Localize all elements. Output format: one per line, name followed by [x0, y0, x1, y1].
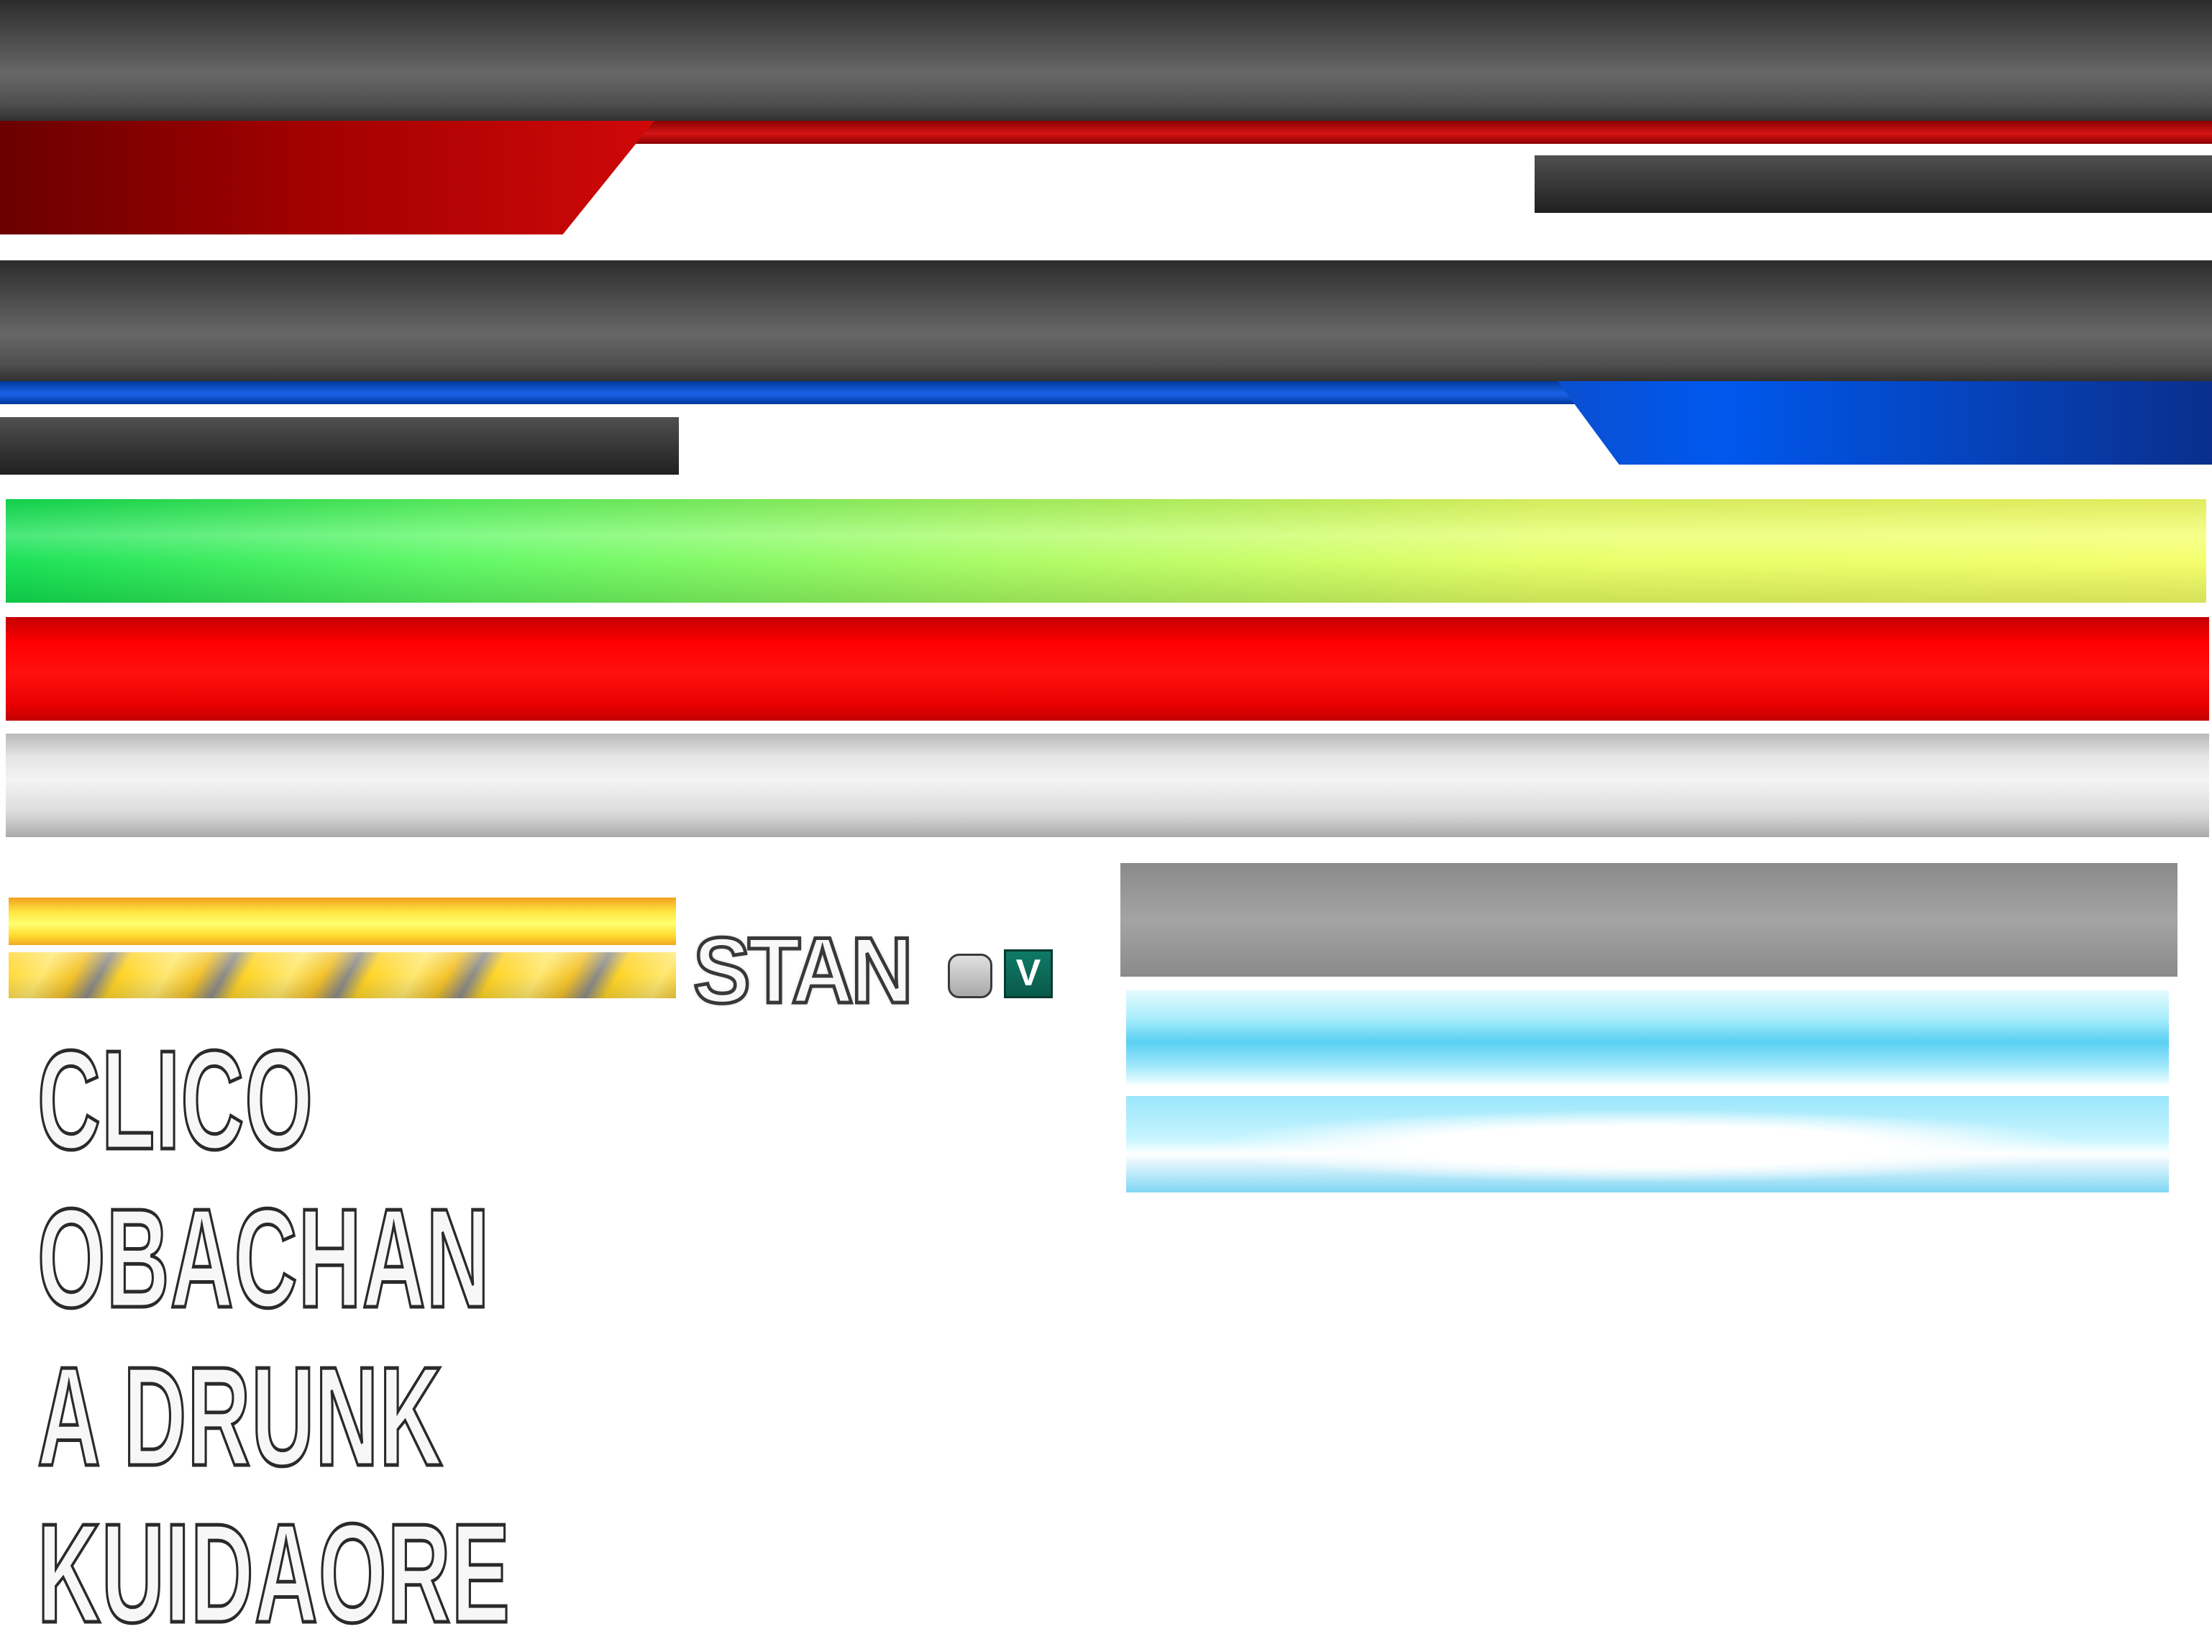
stan-logo-text: STAN [692, 918, 915, 1023]
health-bar-damage [6, 617, 2209, 721]
character-name-kuidaore: KUIDAORE [36, 1494, 511, 1652]
health-bar-empty [6, 734, 2209, 837]
stan-v-label: V [1015, 952, 1041, 994]
p1-sub-bar [1535, 155, 2212, 213]
stan-dot-icon [948, 954, 992, 998]
p1-top-dark-bar [0, 0, 2212, 122]
charge-bar-cyan [1126, 990, 2169, 1085]
meter-bar-yellow [9, 898, 676, 945]
meter-bar-striped [9, 952, 676, 998]
p2-blue-tab [1558, 381, 2212, 465]
p2-top-dark-bar [0, 260, 2212, 383]
character-name-obachan: OBACHAN [36, 1179, 490, 1337]
panel-grey-bar [1120, 863, 2177, 977]
p2-sub-bar [0, 417, 679, 475]
stan-v-badge: V [1004, 949, 1053, 998]
character-name-a-drunk: A DRUNK [36, 1338, 444, 1495]
character-name-clico: CLICO [36, 1021, 314, 1179]
p1-red-tab [0, 121, 654, 234]
health-bar-full [6, 499, 2206, 603]
charge-bar-glow [1126, 1096, 2169, 1192]
